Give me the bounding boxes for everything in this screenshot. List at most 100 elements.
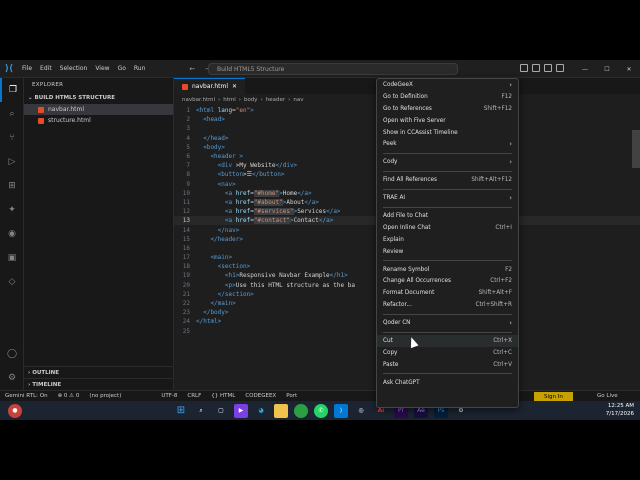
run-debug-icon[interactable]: ▷ — [0, 150, 24, 174]
context-menu-item[interactable]: CodeGeeX › — [377, 79, 518, 91]
context-menu-item[interactable]: Cody › — [377, 156, 518, 168]
menu-view[interactable]: View — [91, 65, 113, 72]
menu-run[interactable]: Run — [130, 65, 150, 72]
ai-assistant-icon[interactable]: ✦ — [0, 198, 24, 222]
menu-edit[interactable]: Edit — [36, 65, 56, 72]
context-menu-item[interactable]: Add File to Chat — [377, 210, 518, 222]
status-eol[interactable]: CRLF — [182, 393, 206, 399]
chrome-icon[interactable] — [294, 403, 308, 418]
context-menu-item[interactable]: Paste Ctrl+V — [377, 359, 518, 371]
menu-item-label: Cut — [383, 337, 393, 344]
code-token: </a> — [326, 208, 341, 216]
source-control-icon[interactable]: ⑂ — [0, 126, 24, 150]
maximize-icon[interactable]: ☐ — [596, 66, 618, 73]
folder-name: BUILD HTML5 STRUCTURE — [34, 95, 115, 101]
menu-go[interactable]: Go — [114, 65, 130, 72]
whatsapp-icon[interactable]: ✆ — [314, 403, 328, 418]
status-port[interactable]: Port — [281, 393, 302, 399]
task-view-icon[interactable]: ▢ — [214, 404, 228, 418]
context-menu-item[interactable]: Rename Symbol F2 — [377, 264, 518, 276]
code-token: <h1> — [196, 272, 240, 280]
widget-icon[interactable]: ● — [8, 403, 22, 418]
settings-gear-icon[interactable]: ⚙ — [0, 366, 24, 390]
menu-item-label: Refactor... — [383, 302, 412, 309]
outline-label: OUTLINE — [32, 369, 59, 376]
explorer-icon[interactable]: ❐ — [0, 78, 24, 102]
menu-item-label: TRAE AI — [383, 195, 406, 202]
customize-layout-icon[interactable] — [556, 64, 564, 72]
outline-section[interactable]: › OUTLINE — [24, 366, 174, 378]
close-icon[interactable]: ✕ — [618, 66, 640, 73]
context-menu-item[interactable]: TRAE AI › — [377, 192, 518, 204]
context-menu-item[interactable]: Refactor... Ctrl+Shift+R — [377, 299, 518, 311]
context-menu-item[interactable]: Go to References Shift+F12 — [377, 103, 518, 115]
context-menu-item[interactable]: Cut Ctrl+X — [377, 335, 518, 347]
folder-header[interactable]: ⌄ BUILD HTML5 STRUCTURE — [24, 92, 173, 104]
status-codegeex[interactable]: CODEGEEX — [240, 393, 281, 399]
windows-start-icon[interactable]: ⊞ — [174, 404, 188, 418]
context-menu-item[interactable]: Qoder CN › — [377, 317, 518, 329]
context-menu-item[interactable]: Format Document Shift+Alt+F — [377, 287, 518, 299]
vscode-taskbar-icon[interactable]: ⟩ — [334, 403, 348, 418]
menu-item-label: Explain — [383, 236, 404, 243]
system-tray[interactable]: 12:25 AM 7/17/2026 — [606, 402, 634, 418]
code-token: "#services" — [253, 208, 294, 216]
menu-separator — [383, 331, 512, 333]
context-menu-item[interactable]: Go to Definition F12 — [377, 91, 518, 103]
breadcrumb-item[interactable]: header — [266, 97, 285, 103]
search-icon[interactable]: ⌕ — [0, 102, 24, 126]
status-encoding[interactable]: UTF-8 — [156, 393, 182, 399]
context-menu-item[interactable]: Change All Occurrences Ctrl+F2 — [377, 275, 518, 287]
status-gemini[interactable]: Gemini RTL: On — [0, 393, 53, 399]
tab-navbar[interactable]: navbar.html ✕ — [174, 78, 246, 94]
minimize-icon[interactable]: — — [574, 66, 596, 73]
breadcrumb-item[interactable]: navbar.html — [182, 97, 215, 103]
menu-separator — [383, 152, 512, 154]
meet-icon[interactable]: ▶ — [234, 403, 248, 418]
line-number: 17 — [182, 254, 190, 262]
tab-label: navbar.html — [192, 83, 229, 90]
breadcrumb-item[interactable]: html — [223, 97, 236, 103]
context-menu-item[interactable]: Show in CCAssist Timeline — [377, 127, 518, 139]
toggle-sidebar-icon[interactable] — [520, 64, 528, 72]
timeline-section[interactable]: › TIMELINE — [24, 378, 174, 390]
status-project[interactable]: (no project) — [84, 393, 126, 399]
toggle-panel-icon[interactable] — [532, 64, 540, 72]
back-arrow-icon[interactable]: ← — [189, 65, 195, 73]
go-live-button[interactable]: Go Live — [592, 393, 623, 399]
extensions-icon[interactable]: ⊞ — [0, 174, 24, 198]
context-menu-item[interactable]: Review — [377, 246, 518, 258]
code-token: </head> — [196, 134, 229, 142]
context-menu-item[interactable]: Explain — [377, 234, 518, 246]
context-menu-item[interactable]: Peek › — [377, 138, 518, 150]
editor-scrollbar[interactable] — [632, 130, 640, 168]
toggle-secondary-sidebar-icon[interactable] — [544, 64, 552, 72]
sign-in-button[interactable]: Sign In — [534, 392, 573, 401]
search-taskbar-icon[interactable]: ⌕ — [194, 404, 208, 418]
app-icon[interactable]: ◎ — [354, 404, 368, 418]
menu-selection[interactable]: Selection — [56, 65, 92, 72]
file-navbar[interactable]: navbar.html — [24, 104, 173, 115]
context-menu-item[interactable]: Open with Five Server — [377, 115, 518, 127]
context-menu-item[interactable]: Ask ChatGPT — [377, 377, 518, 389]
status-language[interactable]: {} HTML — [206, 393, 240, 399]
command-center-search[interactable]: Build HTML5 Structure — [208, 63, 458, 75]
context-menu-item[interactable]: Copy Ctrl+C — [377, 347, 518, 359]
file-structure[interactable]: structure.html — [24, 115, 173, 126]
file-explorer-icon[interactable] — [274, 403, 288, 418]
remote-icon[interactable]: ◇ — [0, 270, 24, 294]
context-menu-item[interactable]: Open Inline Chat Ctrl+I — [377, 222, 518, 234]
menu-file[interactable]: File — [18, 65, 36, 72]
menu-item-shortcut: Ctrl+F2 — [490, 278, 512, 285]
tab-close-icon[interactable]: ✕ — [232, 83, 237, 90]
chat-icon[interactable]: ▣ — [0, 246, 24, 270]
line-number: 15 — [182, 235, 190, 243]
status-problems[interactable]: ⊗ 0 ⚠ 0 — [53, 393, 85, 399]
account-icon[interactable]: ◯ — [0, 342, 24, 366]
context-menu-item[interactable]: Find All References Shift+Alt+F12 — [377, 174, 518, 186]
copilot-icon[interactable]: ◉ — [0, 222, 24, 246]
breadcrumb-item[interactable]: nav — [293, 97, 303, 103]
edge-icon[interactable]: ◕ — [254, 404, 268, 418]
breadcrumb-item[interactable]: body — [244, 97, 258, 103]
